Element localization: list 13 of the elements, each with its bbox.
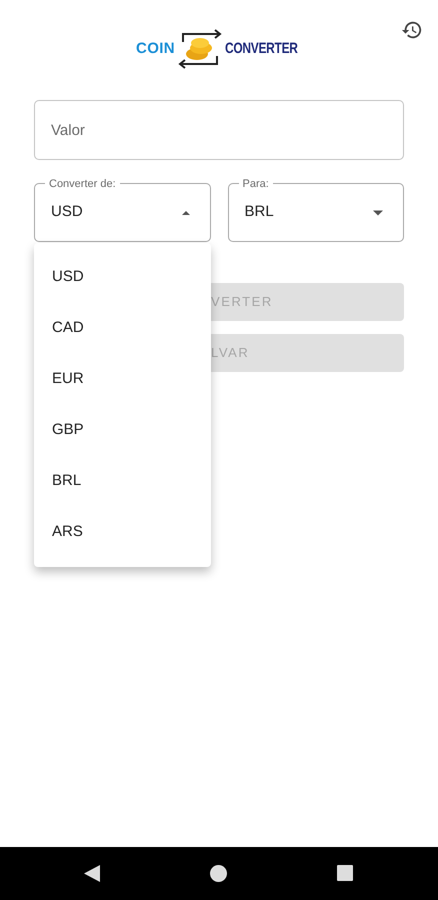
select-value: USD [51, 202, 84, 222]
value-field[interactable]: Valor [34, 100, 404, 160]
logo-text: CONVERTER [225, 38, 298, 59]
caret-icon [182, 210, 190, 216]
menu-item[interactable]: ARS [34, 507, 211, 558]
back-icon[interactable] [84, 865, 100, 882]
select-value: BRL [244, 202, 275, 222]
logo-text: COIN [136, 38, 175, 59]
menu-item[interactable]: BRL [34, 456, 211, 507]
history-icon[interactable] [401, 19, 423, 41]
caret-icon [373, 210, 383, 216]
menu-item[interactable]: GBP [34, 405, 211, 456]
home-icon[interactable] [210, 865, 227, 882]
